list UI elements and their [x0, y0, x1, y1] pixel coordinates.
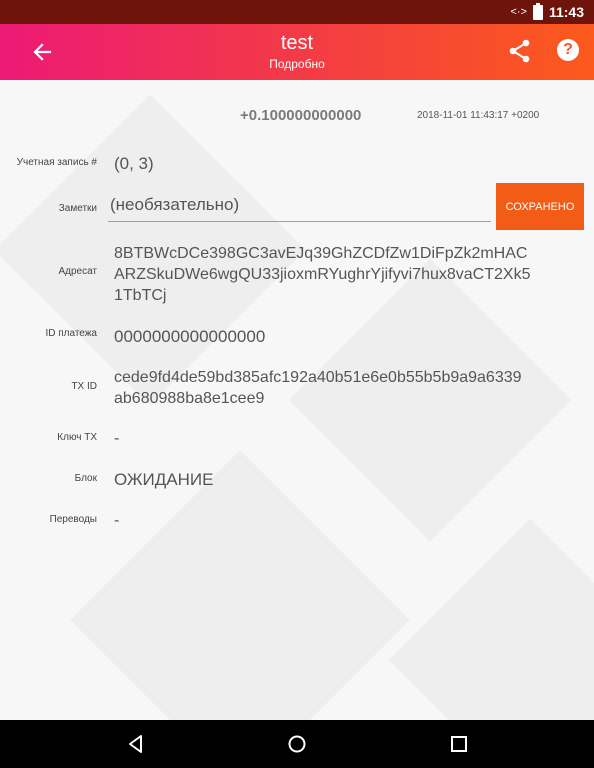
address-line: ARZSkuDWe6wgQU33jioxmRYughrYjifyvi7hux8v…	[114, 266, 531, 283]
account-value: (0, 3)	[114, 154, 154, 173]
notes-placeholder: (необязательно)	[110, 195, 240, 214]
share-icon[interactable]	[507, 38, 533, 64]
status-icons: <·> 11:43	[510, 2, 584, 21]
block-value: ОЖИДАНИЕ	[114, 470, 214, 489]
address-line: 1TbTCj	[114, 287, 167, 304]
transaction-datetime: 2018-11-01 11:43:17 +0200	[417, 110, 540, 121]
payment-id-value: 0000000000000000	[114, 327, 266, 346]
txid-label: TX ID	[71, 381, 97, 392]
status-time: 11:43	[548, 4, 584, 20]
back-nav-icon[interactable]	[125, 733, 147, 755]
page-title: test	[280, 32, 314, 54]
recents-nav-icon[interactable]	[448, 733, 470, 755]
battery-icon	[532, 2, 543, 20]
home-nav-icon[interactable]	[286, 733, 308, 755]
txkey-label: Ключ TX	[57, 432, 97, 443]
notes-label: Заметки	[58, 203, 97, 214]
block-label: Блок	[74, 473, 97, 484]
transfers-value: -	[114, 512, 120, 529]
page-subtitle: Подробно	[269, 57, 325, 71]
transaction-details: +0.100000000000 2018-11-01 11:43:17 +020…	[0, 80, 594, 720]
account-label: Учетная запись #	[16, 157, 97, 168]
transfers-label: Переводы	[49, 514, 97, 525]
txid-value: cede9fd4de59bd385afc192a40b51e6e0b55b5b9…	[114, 367, 522, 409]
background-pattern	[388, 518, 594, 720]
payment-id-label: ID платежа	[45, 328, 97, 339]
txid-line: cede9fd4de59bd385afc192a40b51e6e0b55b5b9…	[114, 369, 522, 386]
background-pattern	[70, 450, 410, 720]
save-button[interactable]: СОХРАНЕНО	[496, 183, 584, 230]
address-value: 8BTBWcDCe398GC3avEJq39GhZCDfZw1DiFpZk2mH…	[114, 243, 530, 306]
address-label: Адресат	[58, 266, 97, 277]
help-icon[interactable]: ?	[557, 39, 579, 61]
status-bar: <·> 11:43	[0, 0, 594, 24]
address-line: 8BTBWcDCe398GC3avEJq39GhZCDfZw1DiFpZk2mH…	[114, 245, 528, 262]
txkey-value: -	[114, 430, 120, 447]
transaction-amount: +0.100000000000	[240, 107, 362, 124]
txid-line: ab680988ba8e1cee9	[114, 390, 265, 407]
navigation-bar	[0, 720, 594, 768]
data-transfer-icon: <·>	[510, 6, 527, 18]
toolbar: test Подробно ?	[0, 24, 594, 80]
notes-input[interactable]: (необязательно)	[108, 193, 491, 222]
